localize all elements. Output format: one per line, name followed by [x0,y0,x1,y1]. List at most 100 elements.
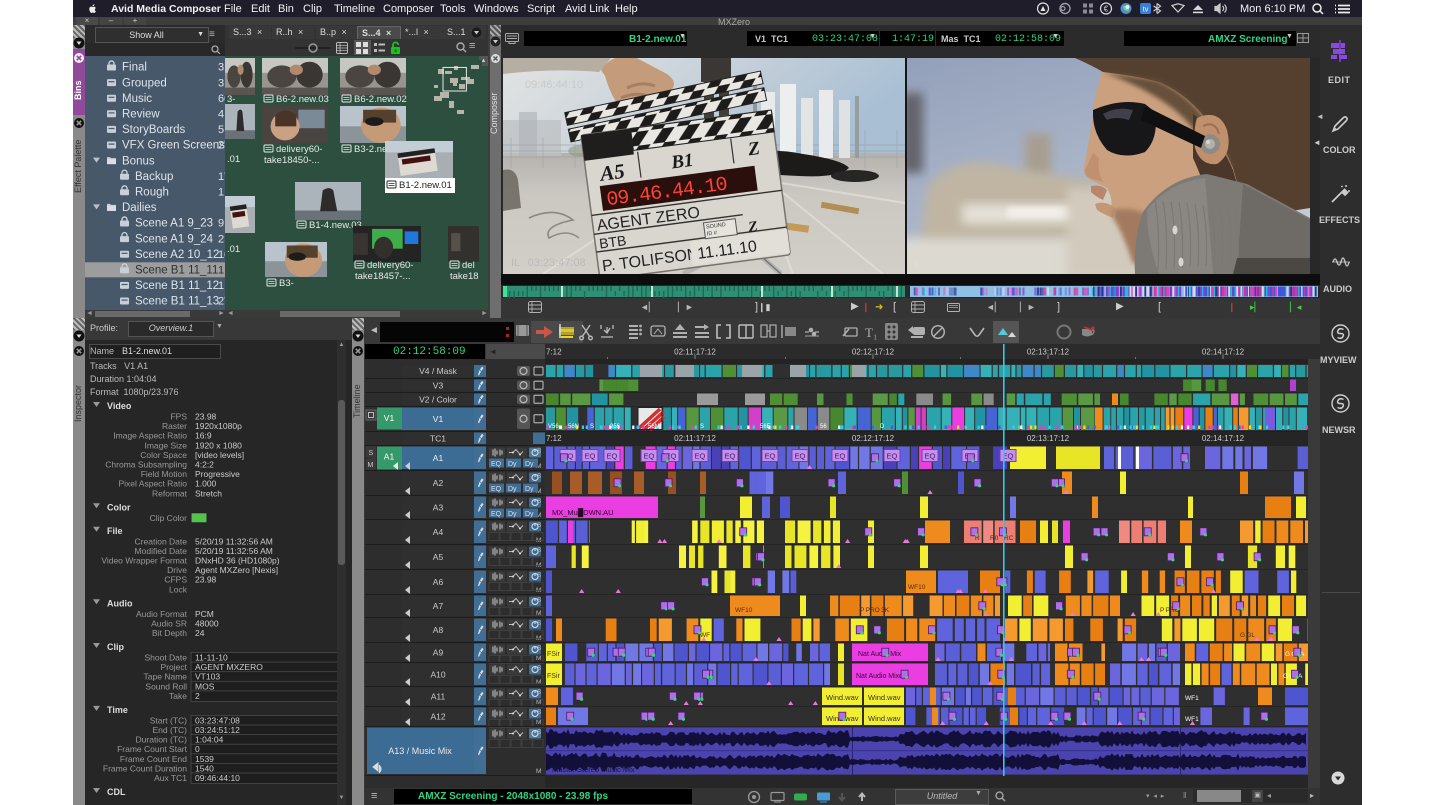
svg-text:CFPS: CFPS [164,575,187,585]
svg-text:take18457-...: take18457-... [355,271,410,282]
svg-text:G GL: G GL [1240,632,1255,639]
svg-text:Color: Color [107,502,131,512]
svg-text:02:14:17:12: 02:14:17:12 [1202,434,1245,443]
svg-text:MOS: MOS [195,681,215,691]
svg-text:Start (TC): Start (TC) [150,715,187,725]
svg-text:Raster: Raster [162,421,187,431]
svg-text:Color Space: Color Space [140,450,187,460]
svg-text:B1: B1 [669,150,695,174]
svg-text:.01: .01 [227,154,240,165]
svg-text:Tape Name: Tape Name [144,672,188,682]
svg-text:Nat Audio Mix: Nat Audio Mix [858,651,902,658]
svg-text:Grouped: Grouped [122,77,167,89]
svg-text:End (TC): End (TC) [153,725,188,735]
svg-text:delivery60-: delivery60- [276,144,322,155]
svg-text:60: 60 [218,93,225,105]
svg-text:M: M [536,679,541,686]
svg-text:48000: 48000 [195,618,219,628]
svg-text:V56: V56 [548,424,559,430]
svg-text:take18450-...: take18450-... [264,155,319,166]
svg-text:A5: A5 [433,552,444,562]
svg-text:EQ: EQ [795,452,806,461]
svg-text:L: L [915,259,921,271]
svg-text:D: D [880,424,885,430]
svg-text:Dailies: Dailies [122,202,157,214]
svg-text:56E: 56E [760,424,771,430]
svg-text:S: S [537,620,542,627]
svg-text:Modified Date: Modified Date [135,546,188,556]
svg-text:WF10: WF10 [908,584,926,591]
svg-text:V1: V1 [433,414,444,424]
svg-text:S: S [537,597,542,604]
svg-text:02:13:17:12: 02:13:17:12 [1027,434,1070,443]
svg-text:7:12: 7:12 [546,348,562,357]
svg-text:Image Size: Image Size [144,440,187,450]
svg-text:CDL: CDL [107,787,126,797]
svg-text:WF1: WF1 [1185,695,1199,702]
svg-text:EQ: EQ [644,452,655,461]
svg-text:Scene B1 11_13: Scene B1 11_13 [135,296,219,308]
svg-text:Clip Color: Clip Color [150,513,187,523]
svg-text:EQ: EQ [607,452,618,461]
svg-text:Backup: Backup [135,171,173,183]
svg-text:Stretch: Stretch [195,488,222,498]
svg-text:A10: A10 [430,669,445,679]
svg-text:Take: Take [169,691,187,701]
svg-text:S: S [537,645,542,652]
svg-text:1920x1080p: 1920x1080p [195,421,242,431]
svg-text:FSir: FSir [547,673,561,680]
svg-text:M: M [536,610,541,617]
svg-text:EQ: EQ [925,452,936,461]
svg-text:V4 / Mask: V4 / Mask [419,366,458,376]
svg-text:Master Stereo Music Mix: Master Stereo Music Mix [552,765,635,774]
svg-text:11-11-10: 11-11-10 [195,653,228,663]
svg-text:S: S [700,424,704,430]
svg-text:1,: 1, [218,280,225,292]
svg-text:Clip: Clip [107,642,125,652]
svg-text:16:9: 16:9 [195,431,212,441]
svg-text:EQ: EQ [725,452,736,461]
svg-text:A6: A6 [433,577,444,587]
svg-text:S: S [537,689,542,696]
svg-text:Audio: Audio [107,598,133,608]
svg-text:Music: Music [122,93,152,105]
svg-text:1540: 1540 [195,763,214,773]
svg-text:1ʹ: 1ʹ [218,171,225,183]
svg-text:Scene B1 11_12: Scene B1 11_12 [135,280,219,292]
svg-text:Frame Count Start: Frame Count Start [117,744,188,754]
svg-text:A7: A7 [433,601,444,611]
svg-text:del: del [462,260,475,271]
svg-text:Scene A1 9_23: Scene A1 9_23 [135,218,213,230]
svg-text:Chroma Subsampling: Chroma Subsampling [105,460,187,470]
svg-text:56N: 56N [568,424,579,430]
svg-text:B6-2.new.02: B6-2.new.02 [354,94,407,105]
svg-text:DNxHD 36 (HD1080p): DNxHD 36 (HD1080p) [195,556,280,566]
svg-text:A1: A1 [384,452,395,462]
svg-text:S: S [537,473,542,480]
svg-text:3-: 3- [227,94,235,105]
svg-text:2ʹ: 2ʹ [218,296,225,308]
svg-text:4:: 4: [218,109,225,121]
svg-text:23.98: 23.98 [195,412,217,422]
svg-text:Dy: Dy [508,461,517,468]
svg-text:56N: 56N [648,424,659,430]
svg-text:A2: A2 [433,478,444,488]
svg-text:TC1: TC1 [430,433,446,443]
svg-text:.01: .01 [227,244,240,255]
svg-text:AGENT MXZERO: AGENT MXZERO [195,662,263,672]
svg-text:09:46:44:10: 09:46:44:10 [525,79,583,91]
svg-text:4:2:2: 4:2:2 [195,460,214,470]
svg-text:Scene A1 9_24: Scene A1 9_24 [135,233,214,245]
svg-text:B6-2.new.03: B6-2.new.03 [276,94,329,105]
svg-text:MX_Mu█DWN.AU: MX_Mu█DWN.AU [552,508,614,518]
svg-text:5/20/19 11:32:56 AM: 5/20/19 11:32:56 AM [195,546,273,556]
svg-text:Progressive: Progressive [195,469,240,479]
svg-text:A5: A5 [597,159,626,186]
svg-text:S: S [590,424,594,430]
svg-text:A4: A4 [433,527,444,537]
svg-text:Creation Date: Creation Date [135,536,188,546]
svg-text:M: M [368,462,374,469]
svg-text:Shoot Date: Shoot Date [144,653,187,663]
svg-text:Drive: Drive [167,565,187,575]
svg-text:10: 10 [218,249,225,261]
